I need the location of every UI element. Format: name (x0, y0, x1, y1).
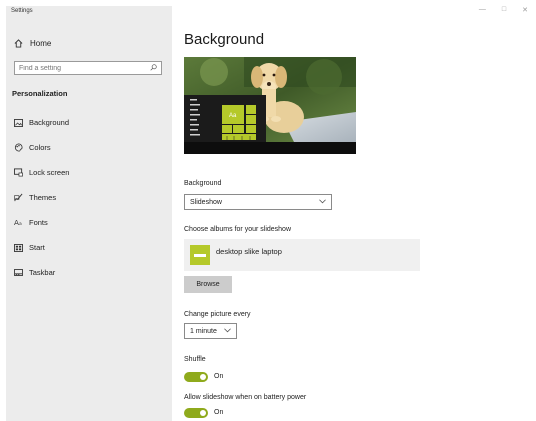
shuffle-toggle[interactable] (184, 372, 208, 382)
sidebar-item-background[interactable]: Background (13, 110, 163, 135)
page-title: Background (184, 31, 265, 48)
sidebar-item-label: Background (29, 118, 70, 127)
home-link[interactable]: Home (13, 36, 51, 50)
app-title: Settings (11, 8, 33, 14)
battery-label: Allow slideshow when on battery power (184, 394, 307, 401)
chevron-down-icon (319, 198, 326, 206)
album-thumbnail (190, 245, 210, 265)
fonts-icon: Aa (13, 218, 23, 228)
maximize-button[interactable]: □ (502, 6, 506, 14)
section-title: Personalization (12, 89, 68, 98)
taskbar-icon (13, 268, 23, 278)
sidebar-item-taskbar[interactable]: Taskbar (13, 260, 163, 285)
svg-text:a: a (18, 222, 21, 227)
brush-icon (13, 193, 23, 203)
chevron-down-icon (224, 327, 231, 335)
sidebar-item-label: Start (29, 243, 45, 252)
home-icon (13, 38, 23, 48)
albums-label: Choose albums for your slideshow (184, 226, 291, 233)
sidebar-item-label: Taskbar (29, 268, 56, 277)
shuffle-label: Shuffle (184, 356, 206, 363)
sidebar-item-start[interactable]: Start (13, 235, 163, 260)
start-icon (13, 243, 23, 253)
sidebar-item-label: Fonts (29, 218, 48, 227)
window-controls: — □ ✕ (479, 6, 528, 14)
sidebar-item-fonts[interactable]: Aa Fonts (13, 210, 163, 235)
search-box[interactable] (14, 61, 162, 75)
palette-icon (13, 143, 23, 153)
album-name: desktop slike laptop (216, 247, 282, 256)
sidebar-item-label: Lock screen (29, 168, 70, 177)
preview-tile-text: Aa (229, 113, 237, 119)
minimize-button[interactable]: — (479, 6, 486, 14)
change-picture-value: 1 minute (190, 327, 217, 335)
sidebar-item-themes[interactable]: Themes (13, 185, 163, 210)
battery-toggle[interactable] (184, 408, 208, 418)
shuffle-state: On (214, 373, 224, 380)
lock-screen-icon (13, 168, 23, 178)
sidebar-item-label: Themes (29, 193, 57, 202)
change-picture-select[interactable]: 1 minute (184, 323, 237, 339)
sidebar-item-colors[interactable]: Colors (13, 135, 163, 160)
preview-image: Aa (184, 57, 356, 154)
home-label: Home (30, 38, 52, 48)
browse-button[interactable]: Browse (184, 276, 232, 293)
album-item[interactable]: desktop slike laptop (184, 239, 420, 271)
sidebar-nav: Background Colors Lock screen Themes A a… (13, 110, 163, 285)
background-select[interactable]: Slideshow (184, 194, 332, 210)
background-preview: Aa (184, 57, 356, 154)
sidebar-item-lock-screen[interactable]: Lock screen (13, 160, 163, 185)
settings-window: Settings Home Personalization Background (0, 0, 536, 421)
picture-icon (13, 118, 23, 128)
sidebar: Settings Home Personalization Background (6, 6, 172, 421)
sidebar-item-label: Colors (29, 143, 51, 152)
battery-state: On (214, 409, 224, 416)
search-icon[interactable] (150, 63, 157, 73)
change-picture-label: Change picture every (184, 311, 251, 318)
background-label: Background (184, 180, 222, 187)
close-button[interactable]: ✕ (522, 6, 528, 14)
background-select-value: Slideshow (190, 198, 222, 206)
search-input[interactable] (19, 64, 149, 72)
